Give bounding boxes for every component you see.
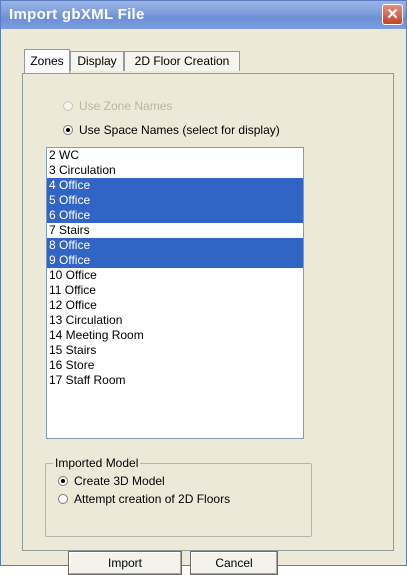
list-item[interactable]: 11 Office: [47, 283, 303, 298]
imported-model-legend: Imported Model: [53, 456, 141, 470]
list-item[interactable]: 12 Office: [47, 298, 303, 313]
radio-unchecked-icon: [63, 101, 73, 111]
title-bar[interactable]: Import gbXML File ✕: [1, 1, 406, 29]
imported-model-group: Imported Model Create 3D Model Attempt c…: [45, 456, 312, 537]
list-item[interactable]: 7 Stairs: [47, 223, 303, 238]
list-item[interactable]: 6 Office: [47, 208, 303, 223]
use-space-names-option[interactable]: Use Space Names (select for display): [63, 123, 280, 137]
list-item[interactable]: 15 Stairs: [47, 343, 303, 358]
use-zone-names-label: Use Zone Names: [79, 99, 173, 113]
create-3d-model-option[interactable]: Create 3D Model: [58, 474, 165, 488]
tab-display[interactable]: Display: [70, 51, 124, 71]
space-list[interactable]: 2 WC 3 Circulation 4 Office 5 Office 6 O…: [46, 147, 304, 439]
use-space-names-label: Use Space Names (select for display): [79, 123, 280, 137]
list-item[interactable]: 4 Office: [47, 178, 303, 193]
radio-checked-icon: [58, 476, 68, 486]
tab-2d-floor-creation[interactable]: 2D Floor Creation: [124, 51, 240, 71]
list-item[interactable]: 8 Office: [47, 238, 303, 253]
use-zone-names-option: Use Zone Names: [63, 99, 172, 113]
list-item[interactable]: 3 Circulation: [47, 163, 303, 178]
list-item[interactable]: 2 WC: [47, 148, 303, 163]
window-title: Import gbXML File: [9, 6, 145, 23]
list-item[interactable]: 5 Office: [47, 193, 303, 208]
tab-zones[interactable]: Zones: [24, 49, 70, 73]
import-button[interactable]: Import: [68, 551, 182, 575]
list-item[interactable]: 13 Circulation: [47, 313, 303, 328]
attempt-2d-floors-option[interactable]: Attempt creation of 2D Floors: [58, 492, 230, 506]
close-icon: ✕: [386, 6, 399, 23]
import-gbxml-dialog: Import gbXML File ✕ Zones Display 2D Flo…: [0, 0, 407, 575]
list-item[interactable]: 14 Meeting Room: [47, 328, 303, 343]
create-3d-model-label: Create 3D Model: [74, 474, 165, 488]
list-item[interactable]: 10 Office: [47, 268, 303, 283]
cancel-button[interactable]: Cancel: [190, 551, 278, 575]
radio-checked-icon: [63, 125, 73, 135]
close-button[interactable]: ✕: [382, 4, 403, 25]
attempt-2d-floors-label: Attempt creation of 2D Floors: [74, 492, 231, 506]
list-item[interactable]: 17 Staff Room: [47, 373, 303, 388]
list-item[interactable]: 9 Office: [47, 253, 303, 268]
list-item[interactable]: 16 Store: [47, 358, 303, 373]
radio-unchecked-icon: [58, 494, 68, 504]
